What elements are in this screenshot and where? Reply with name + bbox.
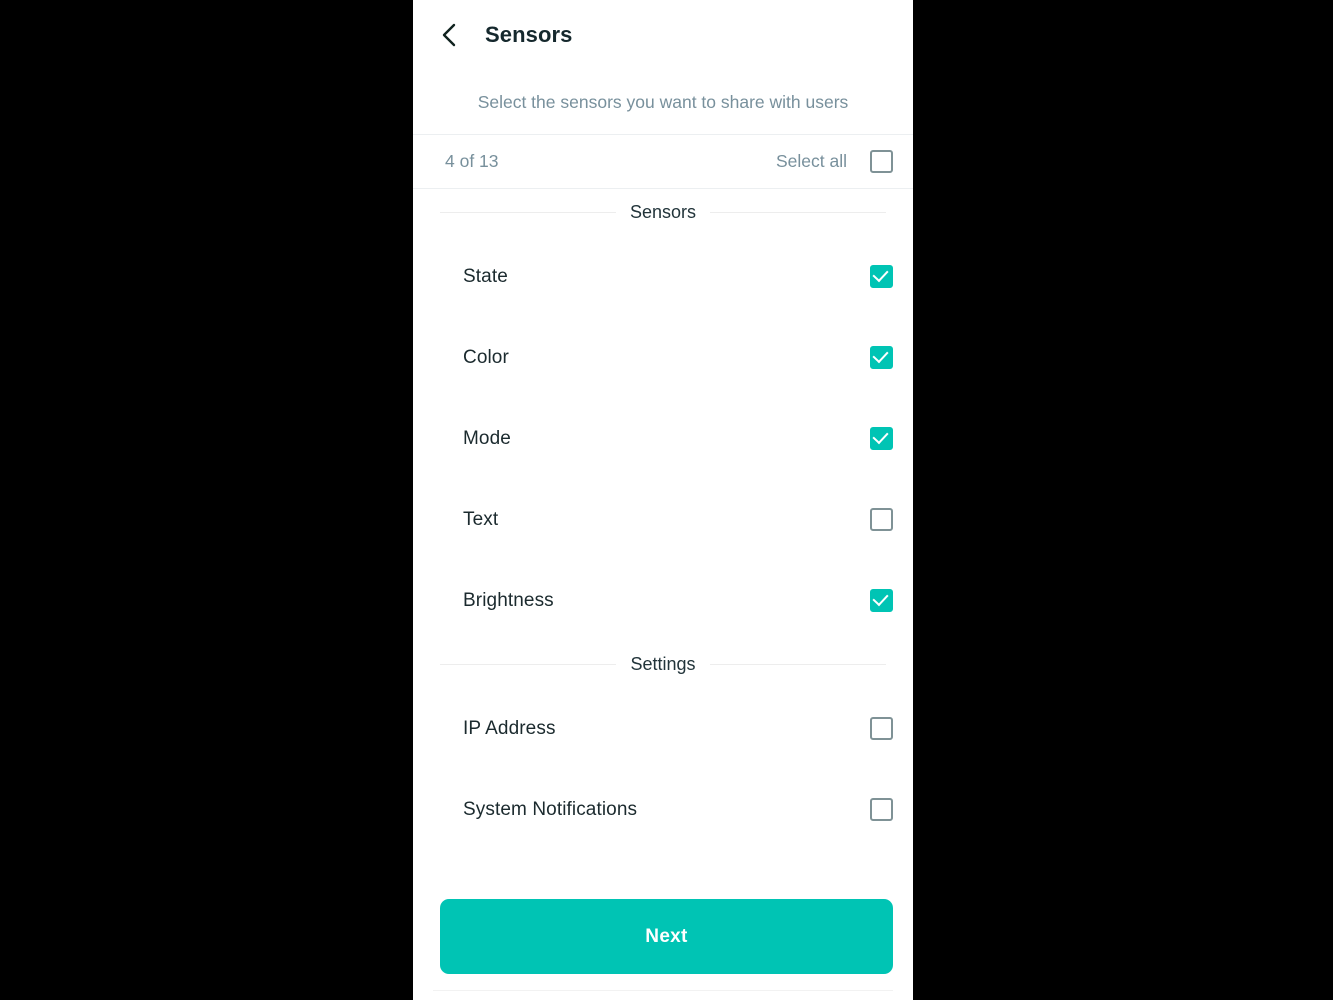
subtitle-container: Select the sensors you want to share wit… <box>413 70 913 134</box>
next-button[interactable]: Next <box>440 899 893 974</box>
list-item-checkbox[interactable] <box>870 589 893 612</box>
list-item-label: IP Address <box>463 717 556 739</box>
bottom-action-bar: Next <box>413 878 913 1000</box>
phone-screen: Sensors Select the sensors you want to s… <box>413 0 913 1000</box>
list-item-checkbox[interactable] <box>870 717 893 740</box>
divider-left <box>440 212 616 213</box>
list-item-checkbox[interactable] <box>870 265 893 288</box>
list-item-label: State <box>463 265 508 287</box>
list-item-label: System Notifications <box>463 798 638 820</box>
back-button[interactable] <box>427 12 473 58</box>
list-item-checkbox[interactable] <box>870 508 893 531</box>
list-item-label: Color <box>463 346 509 368</box>
list-item-checkbox[interactable] <box>870 427 893 450</box>
list-item-label: Mode <box>463 427 511 449</box>
divider-left <box>440 664 617 665</box>
section-header-sensors: Sensors <box>413 189 913 236</box>
section-title: Settings <box>630 654 696 674</box>
list-item-state[interactable]: State <box>413 236 913 317</box>
selected-count: 4 of 13 <box>445 151 499 171</box>
page-subtitle: Select the sensors you want to share wit… <box>477 91 849 112</box>
bottom-divider <box>433 990 893 991</box>
list-item-label: Text <box>463 508 499 530</box>
list-item-brightness[interactable]: Brightness <box>413 560 913 641</box>
list-item-color[interactable]: Color <box>413 317 913 398</box>
list-item-text[interactable]: Text <box>413 479 913 560</box>
list-item-system-notifications[interactable]: System Notifications <box>413 769 913 850</box>
divider-right <box>709 664 887 665</box>
list-item-ip-address[interactable]: IP Address <box>413 688 913 769</box>
list-item-label: Brightness <box>463 589 554 611</box>
select-all-control[interactable]: Select all <box>776 150 893 173</box>
section-header-settings: Settings <box>413 641 913 688</box>
list-item-checkbox[interactable] <box>870 798 893 821</box>
select-all-checkbox[interactable] <box>870 150 893 173</box>
select-all-label: Select all <box>775 151 847 171</box>
list-item-checkbox[interactable] <box>870 346 893 369</box>
chevron-left-icon <box>440 22 460 48</box>
section-title: Sensors <box>629 202 697 222</box>
selection-summary-bar: 4 of 13 Select all <box>413 134 913 189</box>
page-title: Sensors <box>485 22 573 47</box>
app-bar: Sensors <box>413 0 913 70</box>
divider-right <box>710 212 887 213</box>
list-item-mode[interactable]: Mode <box>413 398 913 479</box>
